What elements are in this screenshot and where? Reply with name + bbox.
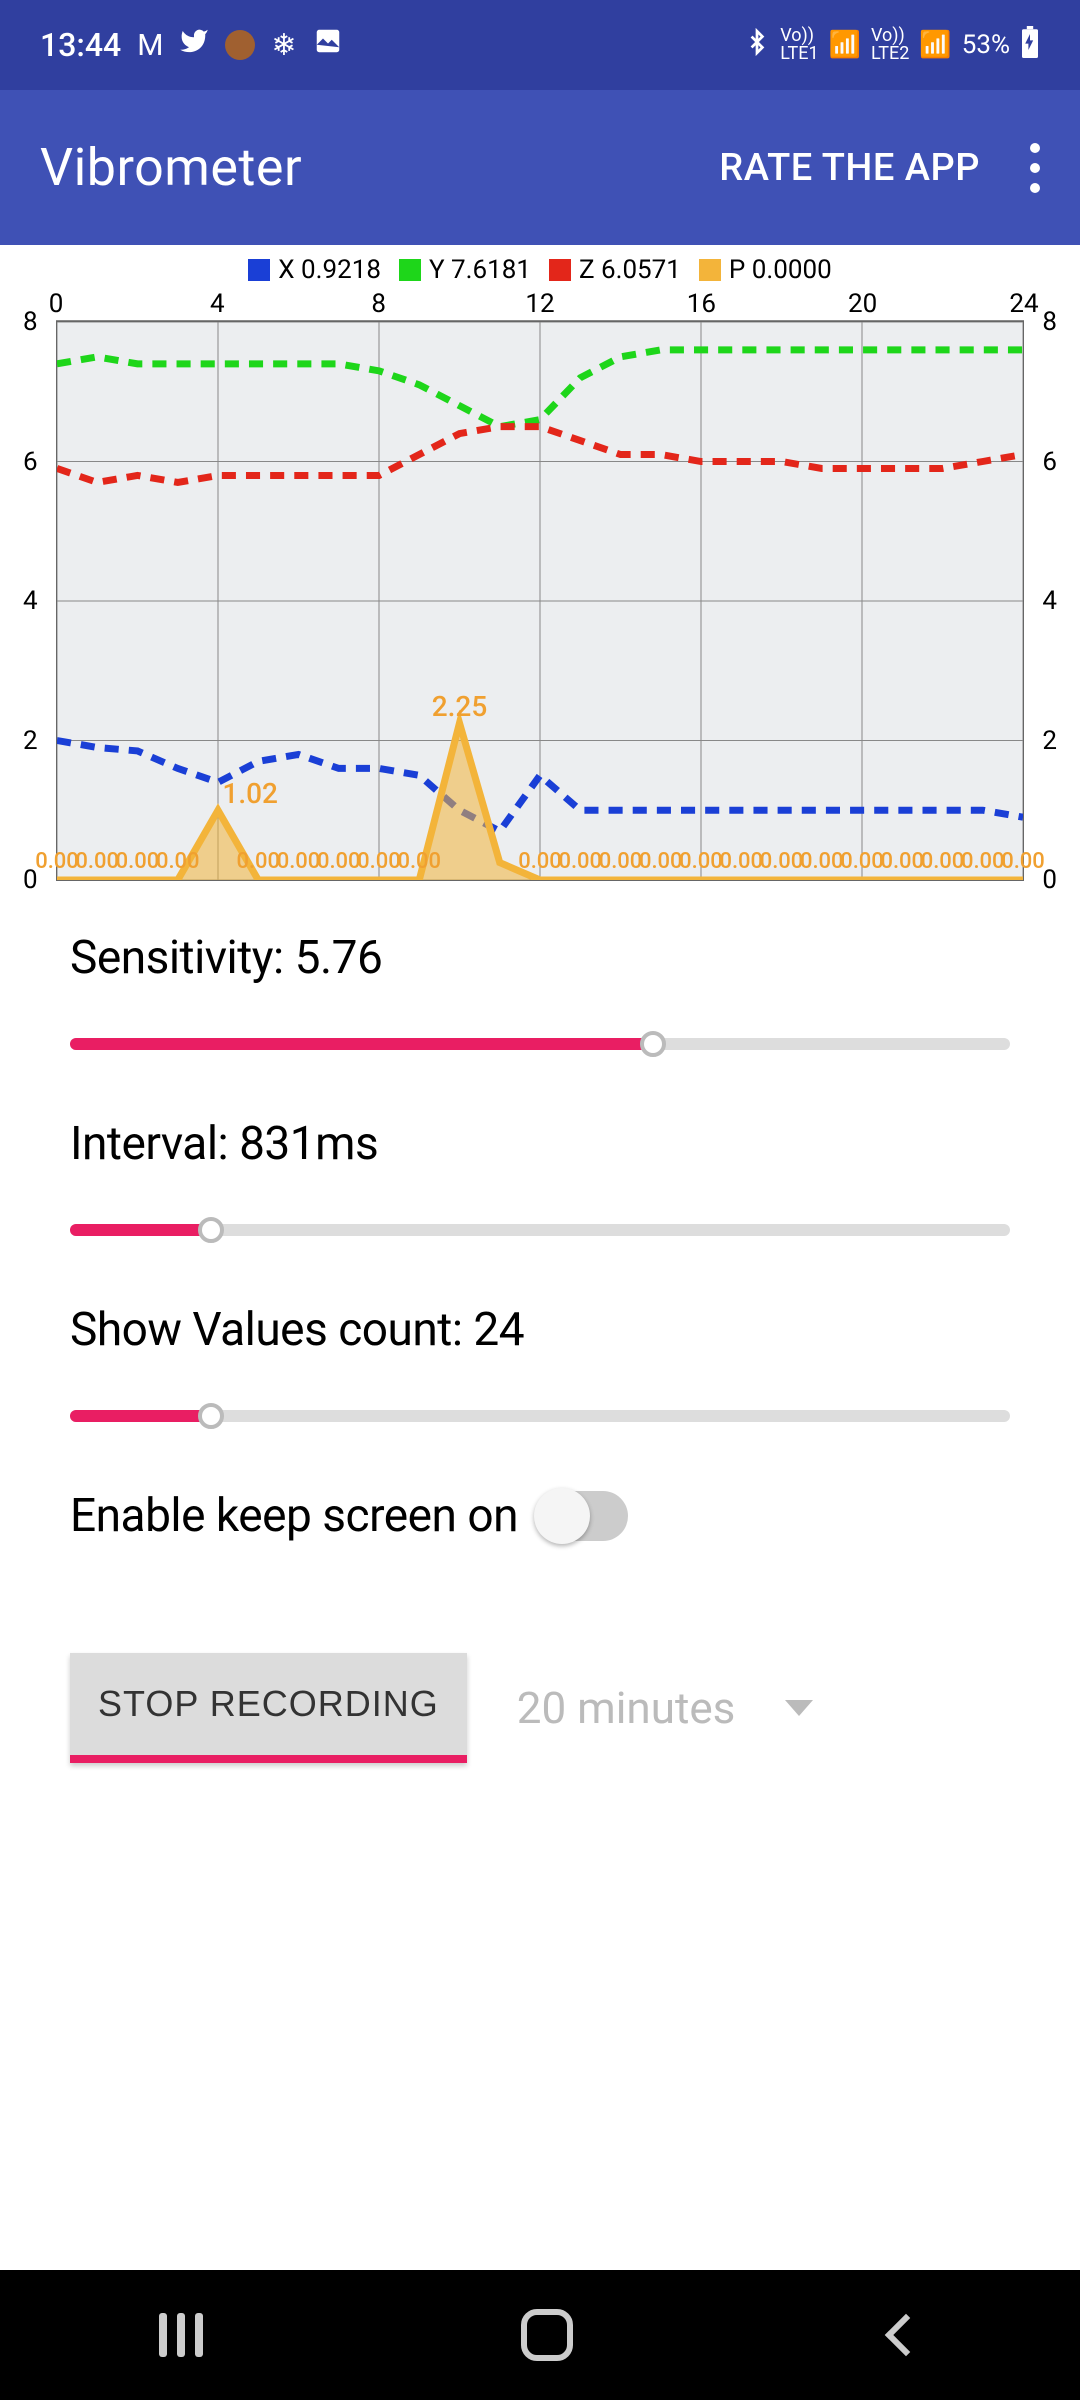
legend-item-z: Z 6.0571 — [549, 255, 681, 285]
chart-container: X 0.9218 Y 7.6181 Z 6.0571 P 0.0000 0481216… — [0, 245, 1080, 881]
android-status-bar: 13:44 M ❄ Vo))LTE1 📶 Vo))LTE2 📶 53% — [0, 0, 1080, 90]
app-bar: Vibrometer RATE THE APP — [0, 90, 1080, 245]
interval-label: Interval: 831ms — [70, 1117, 1010, 1171]
legend-item-p: P 0.0000 — [699, 255, 832, 285]
status-left: 13:44 M ❄ — [40, 26, 343, 64]
android-nav-bar — [0, 2270, 1080, 2400]
sim1-signal: Vo))LTE1 — [780, 27, 818, 63]
chart-x-ticks: 04812162024 — [56, 285, 1024, 321]
clock-text: 13:44 — [40, 26, 121, 64]
twitter-icon — [179, 26, 209, 64]
battery-text: 53% — [962, 30, 1010, 60]
sensitivity-slider[interactable] — [70, 1029, 1010, 1059]
app-title: Vibrometer — [40, 137, 302, 198]
interval-slider[interactable] — [70, 1215, 1010, 1245]
image-icon — [313, 26, 343, 64]
status-right: Vo))LTE1 📶 Vo))LTE2 📶 53% — [744, 26, 1040, 65]
recording-duration-value: 20 minutes — [517, 1682, 736, 1734]
bluetooth-icon — [744, 27, 770, 64]
legend-item-y: Y 7.6181 — [399, 255, 531, 285]
snow-icon: ❄ — [271, 28, 296, 63]
gmail-icon: M — [137, 28, 163, 63]
nav-back-button[interactable] — [885, 2314, 927, 2356]
recording-duration-dropdown[interactable]: 20 minutes — [517, 1682, 814, 1734]
valuescount-slider[interactable] — [70, 1401, 1010, 1431]
settings-panel: Sensitivity: 5.76 Interval: 831ms Show V… — [0, 881, 1080, 1763]
sensitivity-label: Sensitivity: 5.76 — [70, 931, 1010, 985]
rate-app-button[interactable]: RATE THE APP — [719, 146, 980, 190]
nav-home-button[interactable] — [521, 2309, 573, 2361]
stop-recording-button[interactable]: STOP RECORDING — [70, 1653, 467, 1763]
legend-item-x: X 0.9218 — [248, 255, 381, 285]
sim2-signal: Vo))LTE2 — [871, 27, 909, 63]
keepscreen-label: Enable keep screen on — [70, 1489, 518, 1543]
overflow-menu-icon[interactable] — [1030, 143, 1040, 193]
app-notif-icon — [225, 30, 255, 60]
chart-plot-area[interactable]: 0022446688 2.251.020.000.000.000.000.000… — [56, 321, 1024, 881]
keepscreen-toggle[interactable] — [538, 1491, 628, 1541]
signal-bars-1-icon: 📶 — [829, 30, 861, 60]
chevron-down-icon — [785, 1700, 813, 1716]
signal-bars-2-icon: 📶 — [919, 30, 951, 60]
battery-icon — [1020, 26, 1040, 65]
valuescount-label: Show Values count: 24 — [70, 1303, 1010, 1357]
chart-legend: X 0.9218 Y 7.6181 Z 6.0571 P 0.0000 — [16, 245, 1064, 285]
nav-recent-button[interactable] — [159, 2313, 203, 2357]
